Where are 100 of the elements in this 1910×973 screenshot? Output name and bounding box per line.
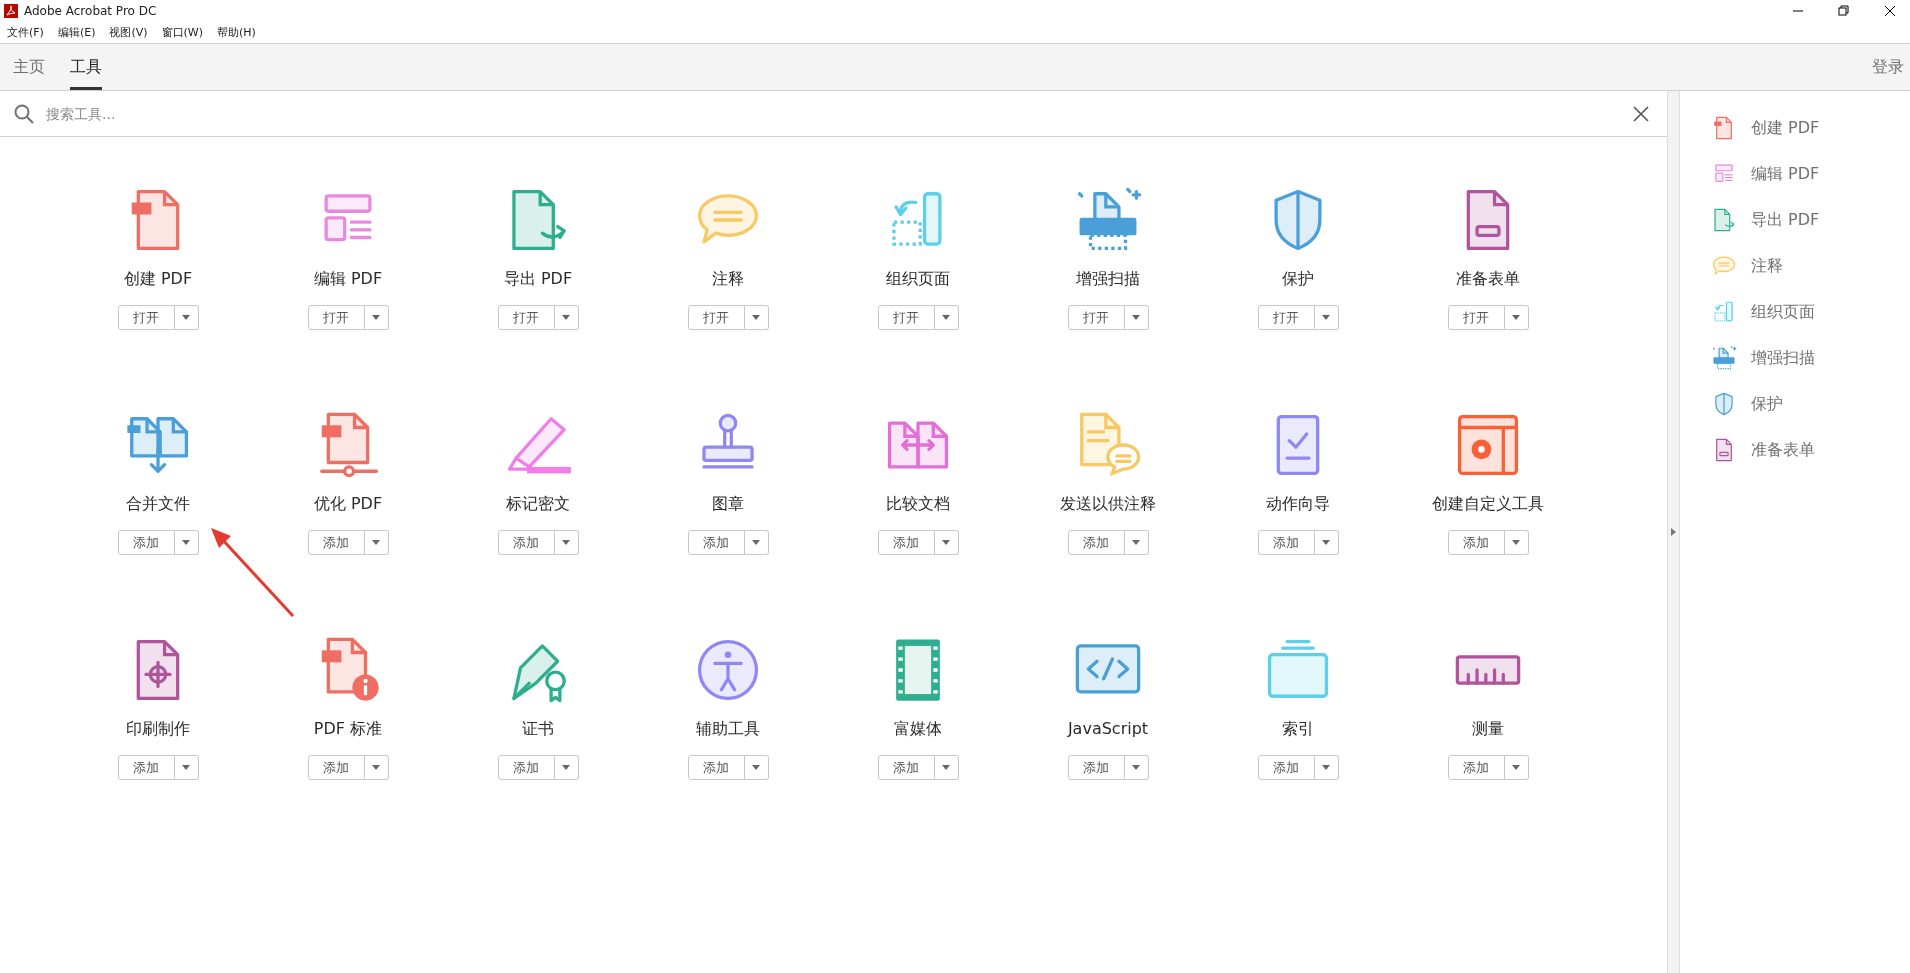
tool-button[interactable]: 打开 <box>687 305 745 330</box>
caret-icon <box>372 765 380 770</box>
tool-label: 证书 <box>522 719 554 740</box>
dropdown-button[interactable] <box>1124 755 1149 780</box>
dropdown-button[interactable] <box>554 530 579 555</box>
tool-label: 富媒体 <box>894 719 942 740</box>
tool-button[interactable]: 添加 <box>877 755 935 780</box>
caret-icon <box>942 315 950 320</box>
tool-button[interactable]: 添加 <box>877 530 935 555</box>
caret-icon <box>1322 540 1330 545</box>
dropdown-button[interactable] <box>554 755 579 780</box>
dropdown-button[interactable] <box>554 305 579 330</box>
sidebar-item[interactable]: 导出 PDF <box>1711 197 1910 243</box>
menu-item[interactable]: 文件(F) <box>6 25 45 40</box>
caret-icon <box>752 765 760 770</box>
tool-label: 注释 <box>712 269 744 290</box>
close-icon[interactable] <box>1884 5 1896 17</box>
tool-label: 准备表单 <box>1456 269 1520 290</box>
caret-icon <box>1132 315 1140 320</box>
tool-button[interactable]: 添加 <box>117 755 175 780</box>
tool-button[interactable]: 打开 <box>497 305 555 330</box>
tab[interactable]: 主页 <box>13 44 45 90</box>
dropdown-button[interactable] <box>744 530 769 555</box>
dropdown-button[interactable] <box>1504 755 1529 780</box>
sidebar-item[interactable]: 准备表单 <box>1711 427 1910 473</box>
tool-button[interactable]: 添加 <box>1447 755 1505 780</box>
dropdown-button[interactable] <box>364 755 389 780</box>
tool-button[interactable]: 打开 <box>307 305 365 330</box>
tab[interactable]: 工具 <box>70 44 102 90</box>
tool-button[interactable]: 打开 <box>117 305 175 330</box>
tool-button[interactable]: 添加 <box>117 530 175 555</box>
dropdown-button[interactable] <box>174 530 199 555</box>
dropdown-button[interactable] <box>744 305 769 330</box>
sidebar-item[interactable]: 编辑 PDF <box>1711 151 1910 197</box>
expand-arrow-icon[interactable] <box>1671 528 1676 536</box>
dropdown-button[interactable] <box>1314 755 1339 780</box>
sidebar-item[interactable]: 创建 PDF <box>1711 105 1910 151</box>
tool-button[interactable]: 添加 <box>497 755 555 780</box>
restore-icon[interactable] <box>1838 5 1850 17</box>
tool-label: 创建 PDF <box>123 269 193 290</box>
tool-label: 辅助工具 <box>696 719 760 740</box>
tool-label: 印刷制作 <box>126 719 190 740</box>
dropdown-button[interactable] <box>934 755 959 780</box>
tool-label: 创建自定义工具 <box>1432 494 1544 515</box>
sign-in-link[interactable]: 登录 <box>1872 56 1910 78</box>
menu-item[interactable]: 窗口(W) <box>160 25 205 40</box>
tool-button[interactable]: 添加 <box>307 530 365 555</box>
tool-label: PDF 标准 <box>313 719 383 740</box>
sidebar-item[interactable]: 组织页面 <box>1711 289 1910 335</box>
tool-button[interactable]: 添加 <box>1257 530 1315 555</box>
dropdown-button[interactable] <box>1314 530 1339 555</box>
dropdown-button[interactable] <box>364 530 389 555</box>
search-icon <box>14 103 34 124</box>
dropdown-button[interactable] <box>744 755 769 780</box>
sidebar-item[interactable]: 增强扫描 <box>1711 335 1910 381</box>
menu-item[interactable]: 编辑(E) <box>56 25 97 40</box>
caret-icon <box>1322 765 1330 770</box>
caret-icon <box>752 315 760 320</box>
window-title: Adobe Acrobat Pro DC <box>24 4 157 18</box>
dropdown-button[interactable] <box>1314 305 1339 330</box>
sidebar-item[interactable]: 注释 <box>1711 243 1910 289</box>
dropdown-button[interactable] <box>364 305 389 330</box>
tool-button[interactable]: 添加 <box>497 530 555 555</box>
tool-button[interactable]: 添加 <box>1257 755 1315 780</box>
app-logo-icon <box>4 4 18 18</box>
dropdown-button[interactable] <box>1124 530 1149 555</box>
tool-label: 图章 <box>712 494 744 515</box>
caret-icon <box>372 540 380 545</box>
dropdown-button[interactable] <box>174 305 199 330</box>
tool-button[interactable]: 打开 <box>1257 305 1315 330</box>
tool-label: 比较文档 <box>886 494 950 515</box>
dropdown-button[interactable] <box>934 530 959 555</box>
tool-label: 测量 <box>1472 719 1504 740</box>
tool-button[interactable]: 添加 <box>307 755 365 780</box>
caret-icon <box>1512 765 1520 770</box>
dropdown-button[interactable] <box>174 755 199 780</box>
tool-button[interactable]: 打开 <box>877 305 935 330</box>
dropdown-button[interactable] <box>1504 305 1529 330</box>
search-field[interactable]: 搜索工具... <box>44 104 1623 123</box>
caret-icon <box>562 765 570 770</box>
tool-button[interactable]: 打开 <box>1067 305 1125 330</box>
sidebar-item[interactable]: 保护 <box>1711 381 1910 427</box>
tool-button[interactable]: 添加 <box>687 530 745 555</box>
dropdown-button[interactable] <box>1124 305 1149 330</box>
dropdown-button[interactable] <box>1504 530 1529 555</box>
tool-label: 保护 <box>1282 269 1314 290</box>
menu-item[interactable]: 视图(V) <box>108 25 149 40</box>
close-icon[interactable] <box>1633 105 1649 122</box>
menu-item[interactable]: 帮助(H) <box>216 25 257 40</box>
tool-button[interactable]: 添加 <box>1447 530 1505 555</box>
caret-icon <box>1322 315 1330 320</box>
caret-icon <box>1132 765 1140 770</box>
tool-label: 发送以供注释 <box>1060 494 1156 515</box>
dropdown-button[interactable] <box>934 305 959 330</box>
tool-button[interactable]: 添加 <box>1067 530 1125 555</box>
tool-label: 合并文件 <box>126 494 190 515</box>
tool-button[interactable]: 添加 <box>687 755 745 780</box>
caret-icon <box>942 540 950 545</box>
tool-button[interactable]: 打开 <box>1447 305 1505 330</box>
tool-button[interactable]: 添加 <box>1067 755 1125 780</box>
